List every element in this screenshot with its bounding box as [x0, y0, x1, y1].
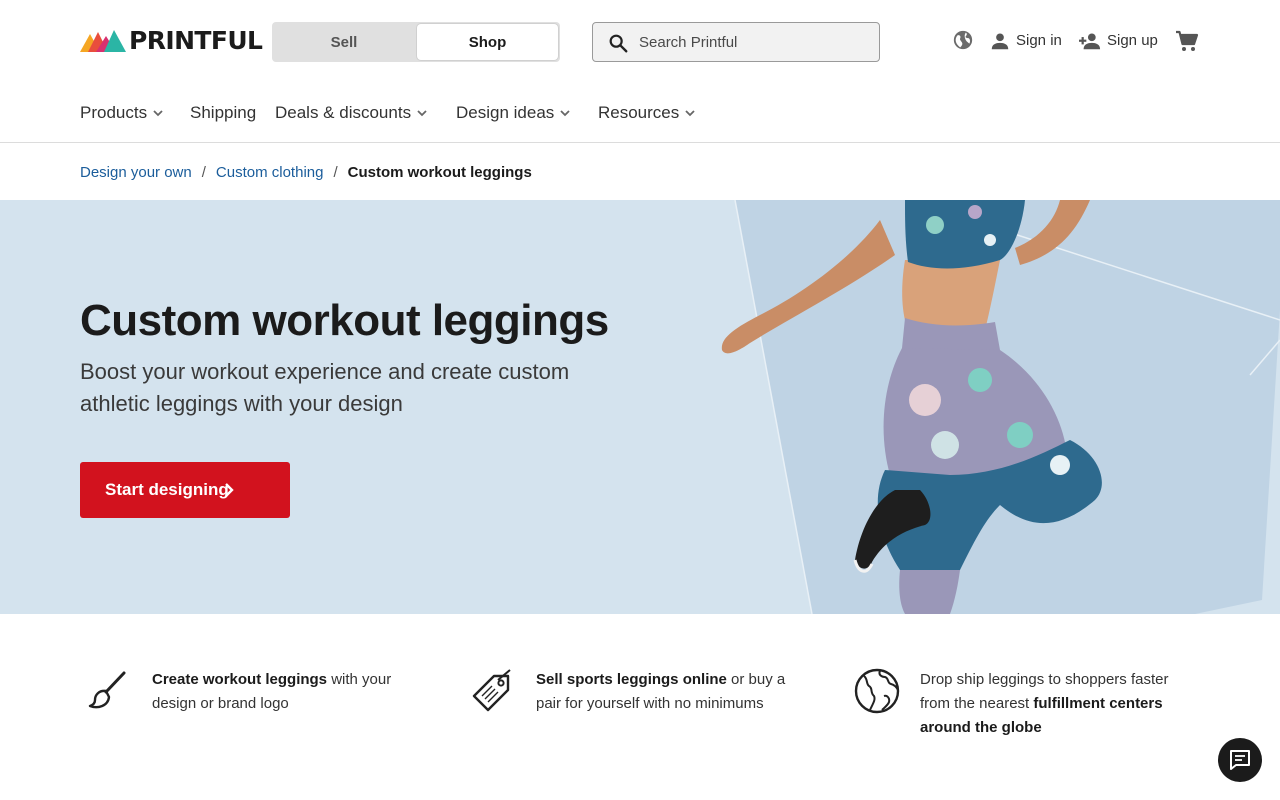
chevron-down-icon: [153, 110, 163, 117]
feature-create-text: Create workout leggings with your design…: [152, 668, 420, 716]
feature-sell-bold: Sell sports leggings online: [536, 671, 727, 688]
start-designing-button[interactable]: Start designing: [80, 462, 290, 518]
main-nav: Products Shipping Deals & discounts Desi…: [0, 84, 1280, 143]
nav-item-label: Products: [80, 103, 148, 122]
chevron-right-icon: [225, 483, 234, 497]
breadcrumb-current: Custom workout leggings: [347, 163, 532, 181]
breadcrumb-link-design-your-own[interactable]: Design your own: [80, 164, 192, 181]
breadcrumb-separator: /: [201, 163, 206, 181]
nav-item-label: Shipping: [190, 103, 257, 122]
nav-item-resources[interactable]: Resources: [598, 102, 697, 124]
chevron-down-icon: [560, 110, 570, 117]
search-icon[interactable]: [607, 32, 629, 54]
cart-icon: [1176, 30, 1199, 51]
search-input[interactable]: [639, 23, 869, 61]
feature-create-bold: Create workout leggings: [152, 671, 328, 688]
breadcrumb-link-custom-clothing[interactable]: Custom clothing: [216, 164, 324, 181]
sell-shop-toggle: Sell Shop: [272, 22, 560, 62]
nav-item-label: Resources: [598, 103, 680, 122]
globe-outline-icon: [854, 668, 900, 714]
top-header: PRINTFUL Sell Shop Sign in: [0, 0, 1280, 84]
nav-item-shipping[interactable]: Shipping: [190, 102, 256, 124]
breadcrumb-separator: /: [333, 163, 338, 181]
paintbrush-icon: [88, 671, 126, 709]
sign-in-label: Sign in: [1016, 32, 1062, 49]
nav-item-deals[interactable]: Deals & discounts: [275, 102, 429, 124]
cart-button[interactable]: [1175, 29, 1199, 53]
hero-subtitle: Boost your workout experience and create…: [80, 359, 570, 416]
price-tag-icon: [472, 669, 511, 712]
breadcrumb: Design your own / Custom clothing / Cust…: [80, 160, 532, 184]
chevron-down-icon: [685, 110, 695, 117]
logo-text: PRINTFUL: [129, 26, 263, 55]
hero-banner: Custom workout leggings Boost your worko…: [0, 200, 1280, 614]
nav-item-label: Deals & discounts: [275, 103, 412, 122]
sign-up-link[interactable]: Sign up: [1078, 29, 1158, 53]
nav-item-design-ideas[interactable]: Design ideas: [456, 102, 572, 124]
person-icon: [991, 33, 1009, 50]
globe-icon: [953, 30, 973, 50]
printful-logo[interactable]: PRINTFUL: [80, 26, 263, 56]
nav-item-products[interactable]: Products: [80, 102, 165, 124]
chat-icon: [1230, 750, 1250, 770]
feature-dropship-text: Drop ship leggings to shoppers faster fr…: [920, 668, 1188, 740]
search-box: [592, 22, 880, 62]
sell-toggle-option[interactable]: Sell: [274, 24, 414, 60]
feature-sell-text: Sell sports leggings online or buy a pai…: [536, 668, 804, 716]
shop-toggle-option[interactable]: Shop: [417, 24, 558, 60]
start-designing-label: Start designing: [105, 480, 229, 499]
hero-title: Custom workout leggings: [80, 296, 609, 345]
sign-in-link[interactable]: Sign in: [989, 29, 1062, 53]
person-add-icon: [1079, 33, 1101, 50]
chevron-down-icon: [417, 110, 427, 117]
sign-up-label: Sign up: [1107, 32, 1158, 49]
chat-button[interactable]: [1218, 738, 1262, 782]
language-selector[interactable]: [952, 29, 974, 51]
nav-item-label: Design ideas: [456, 103, 555, 122]
logo-mark-icon: [80, 30, 126, 52]
